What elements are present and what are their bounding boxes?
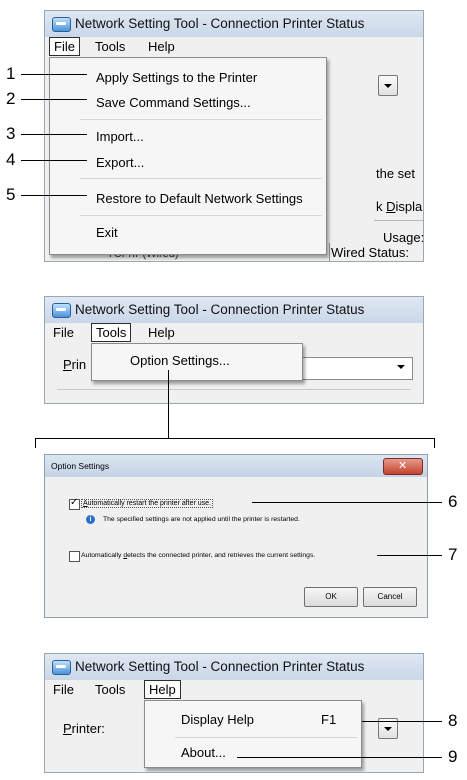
callout-line-9 <box>237 757 442 758</box>
menu-file[interactable]: File <box>49 681 78 698</box>
printer-combo[interactable] <box>295 357 413 380</box>
printer-label: Printer: <box>63 721 105 736</box>
callout-line-2 <box>21 99 87 100</box>
bg-display-tab[interactable]: k Displa <box>376 199 422 214</box>
menu-item-apply-settings[interactable]: Apply Settings to the Printer <box>96 70 326 85</box>
callout-line-3 <box>21 134 87 135</box>
menu-help[interactable]: Help <box>144 38 179 55</box>
menu-file[interactable]: File <box>49 37 80 56</box>
network-tool-window-file: Network Setting Tool - Connection Printe… <box>44 10 424 262</box>
callout-line-7 <box>377 555 442 556</box>
menu-item-option-settings[interactable]: Option Settings... <box>130 353 302 368</box>
bg-usage-label: Usage: <box>383 230 424 245</box>
menu-separator <box>80 119 322 120</box>
auto-restart-checkbox[interactable]: ✓ <box>69 497 80 510</box>
menu-item-export[interactable]: Export... <box>96 155 326 170</box>
bg-divider <box>57 389 411 390</box>
menu-help[interactable]: Help <box>144 324 179 341</box>
menu-help[interactable]: Help <box>144 680 181 699</box>
dialog-title: Option Settings <box>51 461 110 471</box>
bracket-connector <box>168 370 169 438</box>
close-icon: ✕ <box>398 460 408 472</box>
network-tool-window-help: Network Setting Tool - Connection Printe… <box>44 653 424 773</box>
menu-bar: File Tools Help <box>45 680 423 700</box>
info-icon: i <box>86 515 95 524</box>
file-menu-dropdown: Apply Settings to the Printer Save Comma… <box>49 57 327 255</box>
menu-tools[interactable]: Tools <box>91 38 129 55</box>
callout-number-6: 6 <box>448 492 458 511</box>
callout-number-8: 8 <box>448 711 458 730</box>
callout-line-4 <box>21 160 87 161</box>
network-tool-window-tools: Network Setting Tool - Connection Printe… <box>44 296 424 404</box>
callout-number-1: 1 <box>6 64 16 83</box>
callout-number-7: 7 <box>448 545 458 564</box>
title-bar: Network Setting Tool - Connection Printe… <box>45 297 423 323</box>
dialog-title-bar: Option Settings ✕ <box>45 455 427 477</box>
callout-number-4: 4 <box>6 150 16 169</box>
menu-item-restore-defaults[interactable]: Restore to Default Network Settings <box>96 191 326 206</box>
chevron-down-icon <box>397 365 405 369</box>
bracket-line <box>35 438 435 439</box>
network-app-icon <box>52 660 71 675</box>
callout-number-5: 5 <box>6 185 16 204</box>
option-settings-dialog: Option Settings ✕ ✓ Automatically restar… <box>44 454 428 618</box>
auto-detect-label: Automatically detects the connected prin… <box>81 552 316 559</box>
callout-line-1 <box>21 74 87 75</box>
menu-bar: File Tools Help <box>45 323 423 343</box>
checkmark-icon: ✓ <box>70 497 79 508</box>
ok-button[interactable]: OK <box>304 587 358 607</box>
menu-separator <box>80 178 322 179</box>
title-bar: Network Setting Tool - Connection Printe… <box>45 654 423 680</box>
callout-line-8 <box>362 721 442 722</box>
menu-item-save-command-settings[interactable]: Save Command Settings... <box>96 95 326 110</box>
auto-restart-label: Automatically restart the printer after … <box>81 499 214 508</box>
menu-item-import[interactable]: Import... <box>96 129 326 144</box>
bg-divider <box>329 243 330 261</box>
printer-combo-button[interactable] <box>378 75 398 96</box>
menu-item-exit[interactable]: Exit <box>96 225 326 240</box>
callout-line-5 <box>21 195 87 196</box>
menu-tools[interactable]: Tools <box>91 681 129 698</box>
window-title: Network Setting Tool - Connection Printe… <box>75 659 365 674</box>
close-button[interactable]: ✕ <box>383 458 423 475</box>
callout-line-6 <box>252 502 442 503</box>
bg-text-set: the set <box>376 166 416 181</box>
tools-menu-dropdown: Option Settings... <box>91 343 303 381</box>
callout-number-9: 9 <box>448 747 458 766</box>
printer-label: Prin <box>63 357 87 372</box>
menu-separator <box>80 215 322 216</box>
auto-detect-checkbox[interactable] <box>69 551 80 562</box>
shortcut-f1: F1 <box>321 712 337 727</box>
title-bar: Network Setting Tool - Connection Printe… <box>45 11 423 37</box>
window-title: Network Setting Tool - Connection Printe… <box>75 16 365 31</box>
cancel-button[interactable]: Cancel <box>363 587 417 607</box>
bracket-right-tick <box>434 438 435 448</box>
menu-file[interactable]: File <box>49 324 78 341</box>
window-title: Network Setting Tool - Connection Printe… <box>75 302 365 317</box>
network-app-icon <box>52 17 71 32</box>
menu-separator <box>175 737 357 738</box>
callout-number-3: 3 <box>6 124 16 143</box>
menu-tools[interactable]: Tools <box>91 323 132 342</box>
network-app-icon <box>52 303 71 318</box>
info-message: The specified settings are not applied u… <box>103 516 300 523</box>
bg-tab-line <box>374 220 423 221</box>
callout-number-2: 2 <box>6 89 16 108</box>
bg-wired-status-label: Wired Status: <box>331 245 410 260</box>
bracket-left-tick <box>35 438 36 448</box>
menu-bar: File Tools Help <box>45 37 423 57</box>
